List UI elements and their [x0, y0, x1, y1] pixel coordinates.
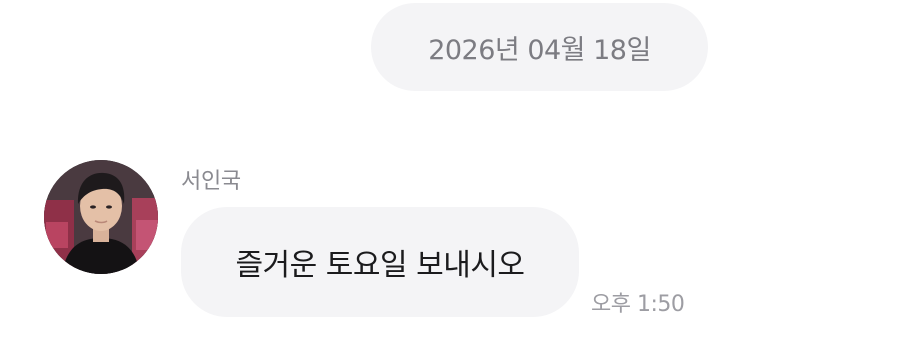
message-bubble[interactable]: 즐거운 토요일 보내시오 [181, 207, 579, 317]
message-text: 즐거운 토요일 보내시오 [235, 248, 525, 283]
date-divider: 2026년 04월 18일 [371, 3, 708, 91]
message-timestamp: 오후 1:50 [591, 292, 685, 317]
sender-name: 서인국 [181, 169, 241, 194]
avatar[interactable] [44, 160, 158, 274]
avatar-photo [44, 160, 158, 274]
date-divider-label: 2026년 04월 18일 [428, 34, 651, 66]
